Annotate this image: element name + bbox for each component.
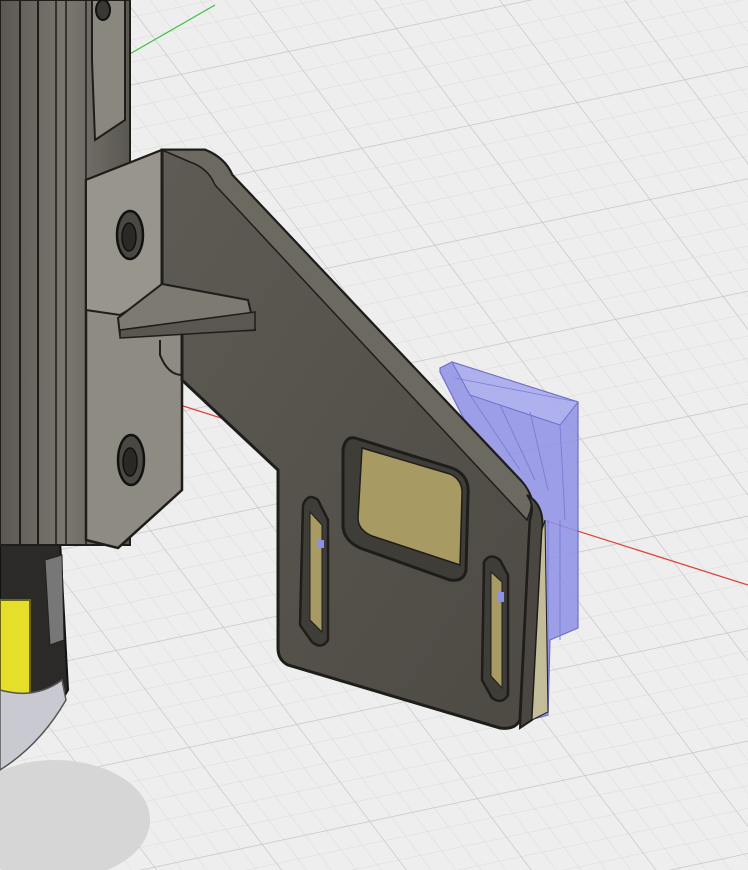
3d-viewport[interactable] bbox=[0, 0, 748, 870]
model-canvas[interactable] bbox=[0, 0, 748, 870]
